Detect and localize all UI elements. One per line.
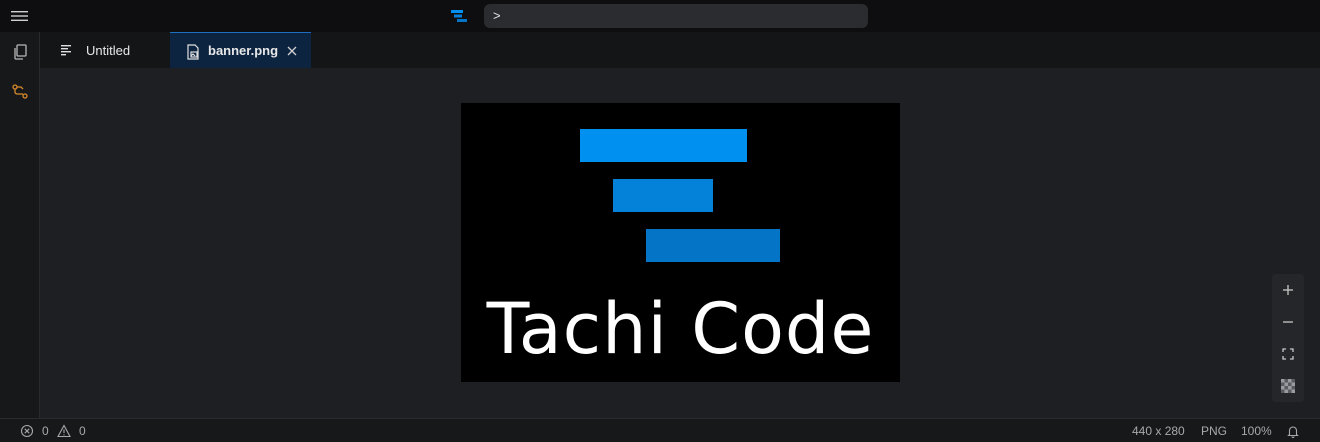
image-viewer: Tachi Code [40,68,1320,418]
tab-banner-png[interactable]: banner.png [170,32,311,68]
image-format: PNG [1201,424,1228,438]
zoom-level[interactable]: 100% [1241,424,1272,438]
zoom-controls [1272,274,1304,402]
banner-title: Tachi Code [486,288,875,370]
logo-bar-bottom [646,229,780,262]
status-bar: 0 0 440 x 280 PNG 100% [0,418,1320,442]
error-count[interactable]: 0 [42,424,49,438]
checkerboard-icon[interactable] [1278,376,1298,396]
image-dimensions: 440 x 280 [1132,424,1185,438]
fit-screen-icon[interactable] [1278,344,1298,364]
title-bar: > [0,0,1320,32]
source-control-icon[interactable] [10,82,30,102]
zoom-out-icon[interactable] [1278,312,1298,332]
close-icon[interactable] [285,44,299,58]
logo-bar-top [580,129,747,162]
logo-bar-middle [613,179,713,212]
command-prompt-text: > [493,8,501,23]
image-file-icon [186,43,200,60]
bell-icon[interactable] [1286,424,1300,438]
files-icon[interactable] [10,42,30,62]
text-file-icon [60,43,74,57]
error-icon[interactable] [20,424,34,438]
command-palette-input[interactable]: > [484,4,868,28]
tab-label: Untitled [86,42,131,58]
banner-image: Tachi Code [461,103,900,382]
warning-count[interactable]: 0 [79,424,86,438]
warning-icon[interactable] [57,424,71,438]
activity-bar [0,32,40,418]
tab-untitled[interactable]: Untitled [40,32,170,68]
hamburger-menu-icon[interactable] [10,8,30,24]
app-logo-icon [451,9,469,23]
zoom-in-icon[interactable] [1278,280,1298,300]
tab-label: banner.png [208,43,279,58]
tab-bar: Untitled banner.png [40,32,1320,68]
